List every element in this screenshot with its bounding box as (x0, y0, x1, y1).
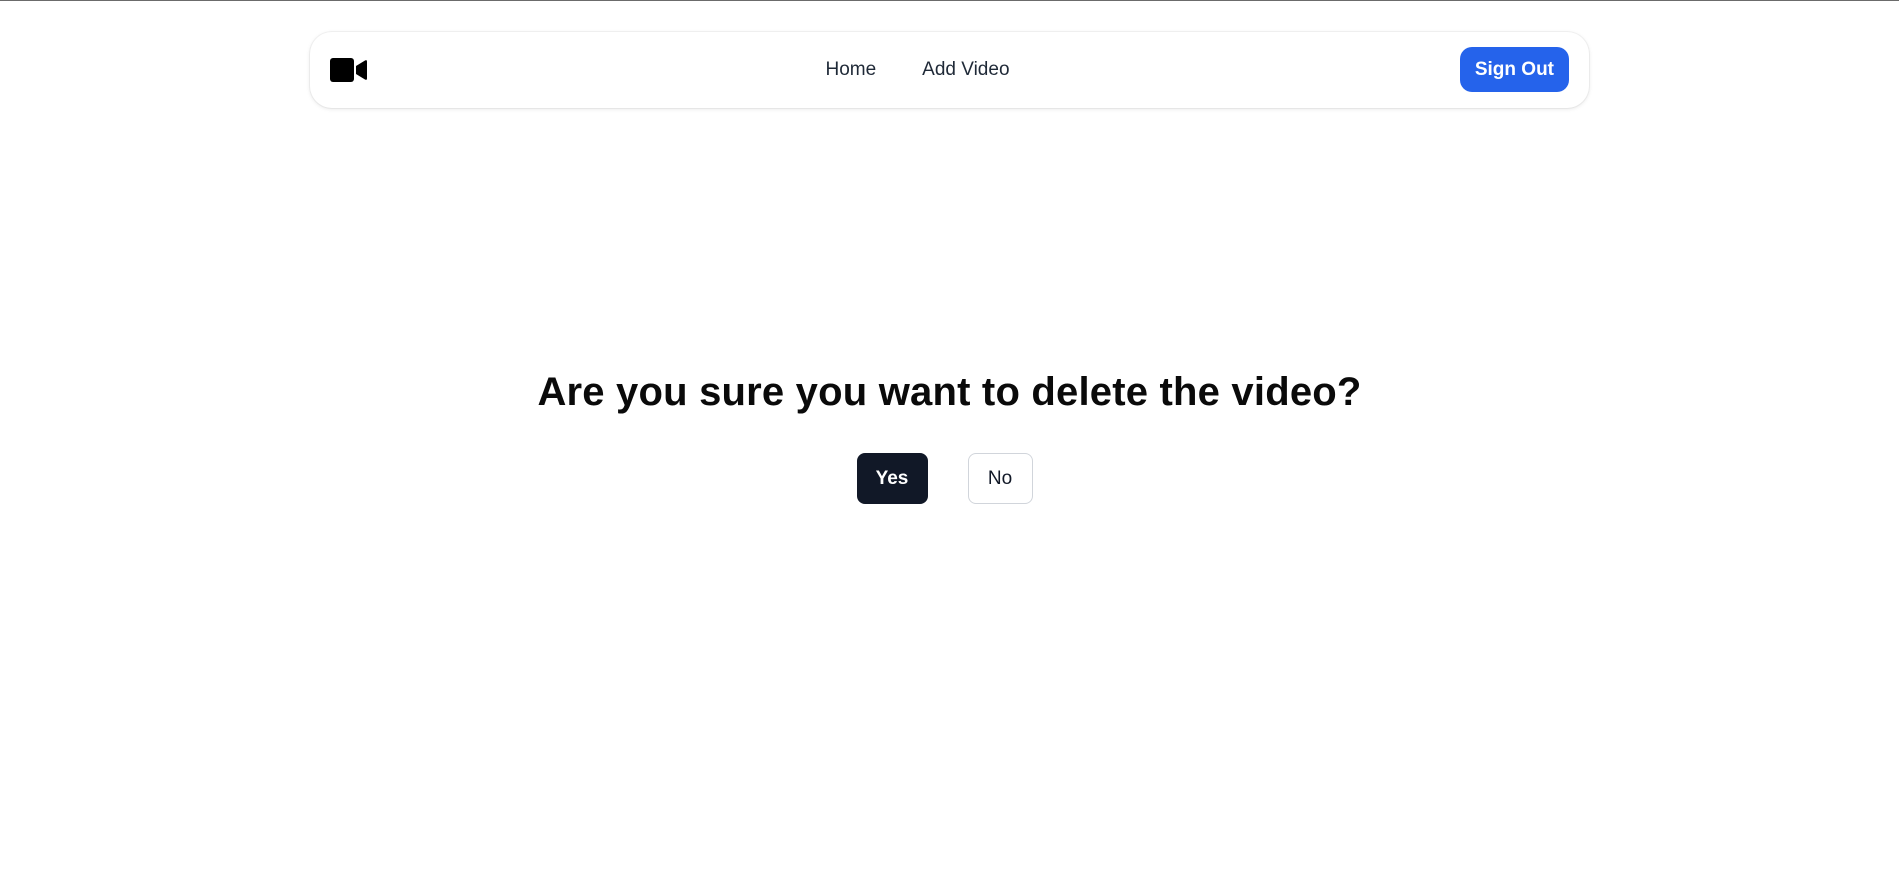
confirmation-actions: Yes No (0, 453, 1894, 504)
nav-link-add-video[interactable]: Add Video (922, 59, 1009, 81)
confirmation-question: Are you sure you want to delete the vide… (537, 370, 1362, 414)
main-nav: Home Add Video (310, 32, 1589, 108)
navbar: Home Add Video Sign Out (310, 32, 1589, 108)
yes-button[interactable]: Yes (856, 453, 928, 504)
sign-out-button[interactable]: Sign Out (1459, 47, 1569, 92)
window-top-border (0, 0, 1899, 1)
no-button[interactable]: No (967, 453, 1033, 504)
video-camera-icon[interactable] (330, 58, 368, 82)
delete-confirmation: Are you sure you want to delete the vide… (0, 370, 1899, 504)
nav-link-home[interactable]: Home (825, 59, 876, 81)
